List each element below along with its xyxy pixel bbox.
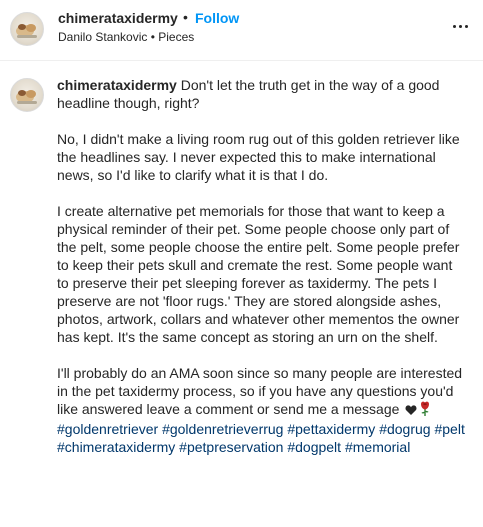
hashtag-link[interactable]: #goldenretrieverrug	[162, 421, 283, 437]
hashtag-link[interactable]: #petpreservation	[179, 439, 283, 455]
hashtag-link[interactable]: #pelt	[434, 421, 464, 437]
avatar-image	[16, 90, 37, 104]
hashtag-link[interactable]: #memorial	[345, 439, 410, 455]
caption-avatar[interactable]	[10, 78, 44, 112]
more-dot-icon	[465, 25, 468, 28]
post-caption: chimerataxidermy Don't let the truth get…	[57, 76, 467, 456]
caption-paragraph: chimerataxidermy Don't let the truth get…	[57, 76, 467, 112]
profile-avatar[interactable]	[10, 12, 44, 46]
header-username[interactable]: chimerataxidermy	[58, 10, 178, 26]
hashtag-link[interactable]: #goldenretriever	[57, 421, 158, 437]
caption-paragraph: I create alternative pet memorials for t…	[57, 203, 460, 345]
caption-paragraph: I'll probably do an AMA soon since so ma…	[57, 364, 467, 420]
rose-icon	[419, 401, 431, 420]
caption-text: I'll probably do an AMA soon since so ma…	[57, 365, 463, 417]
caption-paragraph: No, I didn't make a living room rug out …	[57, 131, 460, 183]
more-options-button[interactable]	[449, 14, 473, 38]
more-dot-icon	[459, 25, 462, 28]
caption-username[interactable]: chimerataxidermy	[57, 77, 177, 93]
post-header: chimerataxidermy • Follow Danilo Stankov…	[0, 0, 483, 61]
avatar-image	[16, 24, 37, 38]
black-heart-icon	[405, 402, 417, 420]
header-separator-dot: •	[183, 9, 188, 25]
follow-button[interactable]: Follow	[195, 10, 239, 26]
hashtag-link[interactable]: #chimerataxidermy	[57, 439, 175, 455]
hashtag-link[interactable]: #dogrug	[379, 421, 430, 437]
hashtag-link[interactable]: #dogpelt	[287, 439, 341, 455]
hashtag-link[interactable]: #pettaxidermy	[287, 421, 375, 437]
header-subtitle[interactable]: Danilo Stankovic • Pieces	[58, 30, 194, 44]
hashtag-list: #goldenretriever #goldenretrieverrug #pe…	[57, 420, 467, 456]
more-dot-icon	[453, 25, 456, 28]
